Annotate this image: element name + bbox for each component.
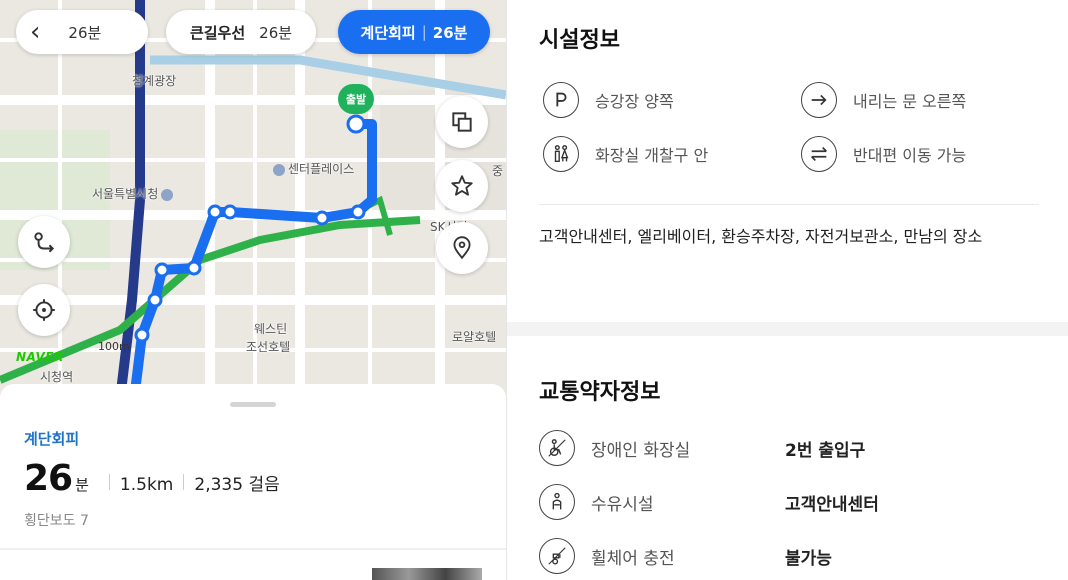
facilities-title: 시설정보 [539,28,620,53]
accessibility-row: 휠체어 충전 불가능 [539,538,832,574]
map-label-westin-2: 조선호텔 [246,340,291,354]
distance-value: 1.5km [119,475,174,495]
nursing-room-icon [539,484,575,520]
poi-icon [161,188,174,201]
map-label-westin: 웨스틴 [254,322,288,336]
accessibility-value: 불가능 [785,548,832,569]
star-icon [451,175,473,196]
place-pin-button[interactable] [436,222,488,274]
sheet-grabber[interactable] [230,402,276,407]
chevron-left-icon[interactable]: ‹ [30,19,40,45]
map-label-cheonggye: 청계광장 [132,74,177,88]
map-label-center-place: 센터플레이스 [270,160,354,177]
facility-label: 승강장 양쪽 [595,92,674,111]
route-icon [34,232,55,253]
favorite-button[interactable] [436,160,488,212]
accessibility-value: 2번 출입구 [785,440,866,461]
tab-separator: | [421,23,427,41]
facility-label: 내리는 문 오른쪽 [853,92,967,111]
pin-icon [453,236,471,260]
current-location-button[interactable] [18,284,70,336]
route-options-button[interactable] [18,216,70,268]
accessibility-label: 휠체어 충전 [591,548,675,569]
layers-button[interactable] [436,96,488,148]
route-type-label: 계단회피 [24,430,80,448]
route-stats: 26 분 1.5km 2,335 걸음 [24,458,280,499]
transfer-arrows-icon [801,136,837,172]
divider [108,474,110,490]
accessibility-label: 장애인 화장실 [591,440,691,461]
crosshair-icon [33,299,55,321]
accessibility-row: 수유시설 고객안내센터 [539,484,879,520]
wheelchair-charge-icon [539,538,575,574]
map-pane: 청계광장 센터플레이스 서울특별시청 SK서린 중 웨스틴 조선호텔 로얄호텔 … [0,0,506,580]
divider [0,548,506,550]
parking-icon [543,82,579,118]
station-info-pane: 시설정보 승강장 양쪽 내리는 문 오른쪽 화장실 개찰구 안 반대편 이동 가… [506,0,1068,580]
facility-item: 반대편 이동 가능 [801,136,966,172]
naver-logo: NAVER [16,350,64,364]
back-route-tab[interactable]: ‹ 26분 [16,10,148,54]
exit-arrow-icon [801,82,837,118]
back-route-time: 26분 [68,23,102,42]
map-label-city-hall-station: 시청역 [40,370,74,384]
amenities-list: 고객안내센터, 엘리베이터, 환승주차장, 자전거보관소, 만남의 장소 [539,227,983,246]
facility-label: 화장실 개찰구 안 [595,146,709,165]
route-summary-sheet[interactable]: 계단회피 26 분 1.5km 2,335 걸음 횡단보도 7 [0,384,506,580]
divider [183,474,185,490]
map-label-seoul-hall: 서울특별시청 [92,185,176,202]
accessibility-title: 교통약자정보 [539,380,661,405]
facility-item: 화장실 개찰구 안 [543,136,708,172]
map-scale: 100m [98,340,130,353]
map-label-jung: 중 [492,164,504,178]
accessibility-value: 고객안내센터 [785,494,879,515]
duration-unit: 분 [75,476,89,494]
layers-icon [452,112,472,132]
start-marker[interactable]: 출발 [338,84,374,114]
photo-thumbnail[interactable] [372,568,482,580]
steps-value: 2,335 걸음 [194,475,280,495]
tab-label: 계단회피 [360,23,416,42]
section-separator [507,322,1068,336]
tab-time: 26분 [432,23,468,42]
poi-icon [273,163,285,176]
restroom-icon [543,136,579,172]
accessibility-label: 수유시설 [591,494,654,515]
tab-big-road-priority[interactable]: 큰길우선 26분 [166,10,316,54]
tab-stairs-avoid[interactable]: 계단회피 | 26분 [338,10,490,54]
map-label-lotte-hotel: 로얄호텔 [452,330,497,344]
crosswalk-count: 횡단보도 7 [24,513,89,529]
facility-item: 승강장 양쪽 [543,82,674,118]
tab-label: 큰길우선 [189,23,246,42]
divider [539,204,1039,205]
tab-time: 26분 [259,23,293,42]
facility-item: 내리는 문 오른쪽 [801,82,966,118]
facility-label: 반대편 이동 가능 [853,146,967,165]
accessible-toilet-icon [539,430,575,466]
duration-value: 26 [24,458,73,499]
accessibility-row: 장애인 화장실 2번 출입구 [539,430,865,466]
